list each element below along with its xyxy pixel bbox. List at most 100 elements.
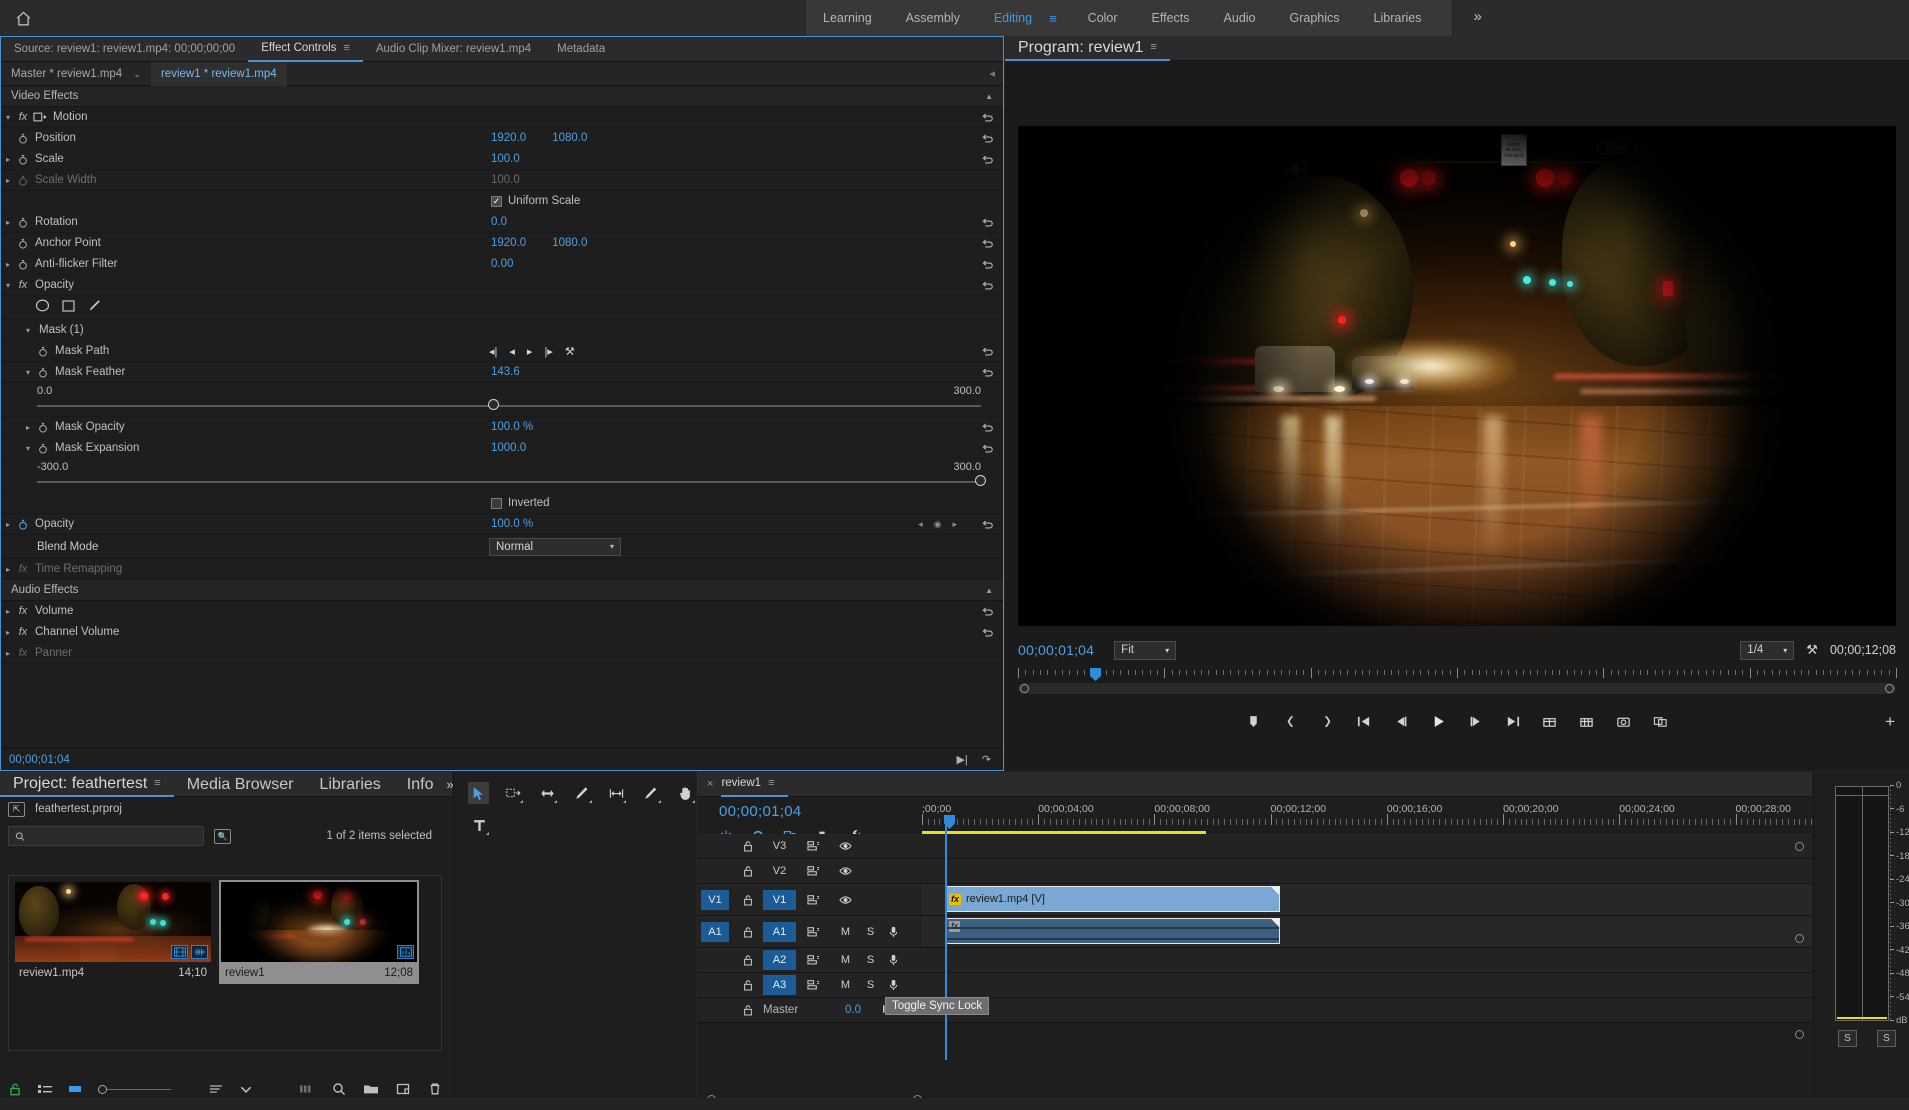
workspace-tab-learning[interactable]: Learning xyxy=(806,0,889,36)
track-name-a1[interactable]: A1 xyxy=(763,921,796,942)
tab-program-monitor[interactable]: Program: review1 ≡ xyxy=(1005,35,1170,61)
track-name-a3[interactable]: A3 xyxy=(763,975,796,995)
tab-libraries[interactable]: Libraries xyxy=(306,772,393,797)
mask-opacity-value[interactable]: 100.0 % xyxy=(491,421,533,433)
twirl-right-icon[interactable]: ▸ xyxy=(1,218,15,227)
workspace-tab-editing[interactable]: Editing xyxy=(977,0,1049,36)
inverted-control[interactable]: Inverted xyxy=(491,497,550,509)
go-to-previous-keyframe-icon[interactable]: ◂| xyxy=(489,345,497,358)
reset-anchor-point-icon[interactable] xyxy=(981,237,994,250)
reset-mask-opacity-icon[interactable] xyxy=(981,421,994,434)
button-editor-plus-icon[interactable]: + xyxy=(1885,712,1895,732)
toggle-sync-lock-icon[interactable] xyxy=(805,838,822,855)
lock-icon[interactable] xyxy=(8,1082,22,1096)
track-lock-icon[interactable] xyxy=(741,926,755,938)
reset-volume-icon[interactable] xyxy=(981,605,994,618)
stopwatch-icon[interactable] xyxy=(15,238,31,249)
ellipse-mask-icon[interactable] xyxy=(35,299,50,317)
toggle-sync-lock-icon[interactable] xyxy=(805,923,822,940)
sort-chevron-icon[interactable] xyxy=(239,1082,253,1096)
mask-expansion-value[interactable]: 1000.0 xyxy=(491,442,526,454)
workspace-tab-audio[interactable]: Audio xyxy=(1207,0,1273,36)
param-opacity-row[interactable]: ▸ Opacity 100.0 % ◂ ◉ ▸ xyxy=(1,514,1003,535)
project-panel-menu-icon[interactable]: ≡ xyxy=(154,771,160,796)
zoom-level-select[interactable]: Fit ▾ xyxy=(1114,640,1177,660)
effect-volume-row[interactable]: ▸ fx Volume xyxy=(1,601,1003,622)
solo-channel-right-button[interactable]: S xyxy=(1877,1030,1896,1047)
clip-corner-handle[interactable] xyxy=(1271,887,1279,895)
stopwatch-icon[interactable] xyxy=(15,259,31,270)
stopwatch-icon[interactable] xyxy=(35,346,51,357)
clear-icon[interactable] xyxy=(428,1082,442,1096)
loop-playback-icon[interactable]: ↷ xyxy=(982,753,991,766)
stopwatch-icon-active[interactable] xyxy=(15,519,31,530)
solo-track-button[interactable]: S xyxy=(862,923,879,940)
track-area-v2[interactable] xyxy=(922,859,1812,883)
track-area-a2[interactable] xyxy=(922,948,1812,972)
reset-mask-path-icon[interactable] xyxy=(981,345,994,358)
position-x-value[interactable]: 1920.0 xyxy=(491,132,526,144)
tab-sequence-review1[interactable]: review1 ≡ xyxy=(721,771,788,797)
param-mask-feather-row[interactable]: ▾ Mask Feather 143.6 xyxy=(1,362,1003,383)
tab-source-monitor[interactable]: Source: review1: review1.mp4: 00;00;00;0… xyxy=(1,37,248,62)
param-rotation-row[interactable]: ▸ Rotation 0.0 xyxy=(1,212,1003,233)
play-around-icon[interactable]: ▶| xyxy=(956,753,967,766)
mask-feather-track[interactable] xyxy=(37,405,981,407)
workspace-overflow-icon[interactable]: » xyxy=(1452,0,1502,36)
effect-controls-timecode[interactable]: 00;00;01;04 xyxy=(9,754,70,766)
twirl-right-icon[interactable]: ▸ xyxy=(1,628,15,637)
mute-track-button[interactable]: M xyxy=(837,952,854,969)
program-monitor-menu-icon[interactable]: ≡ xyxy=(1150,35,1156,60)
inverted-checkbox[interactable] xyxy=(491,497,502,509)
chevron-down-icon[interactable]: ⌄ xyxy=(133,69,141,79)
new-item-icon[interactable] xyxy=(396,1082,410,1096)
effect-motion-row[interactable]: ▾ fx Motion xyxy=(1,107,1003,128)
new-bin-icon[interactable] xyxy=(364,1082,378,1096)
program-monitor-video[interactable]: DONT BLOCK THE BOX Cesar Chavez xyxy=(1018,126,1896,626)
sort-icon[interactable] xyxy=(209,1082,223,1096)
twirl-right-icon[interactable]: ▸ xyxy=(21,423,35,432)
project-item-review1mp4[interactable]: review1.mp4 14;10 xyxy=(13,880,213,984)
twirl-down-icon[interactable]: ▾ xyxy=(21,368,35,377)
extract-icon[interactable] xyxy=(1577,711,1597,731)
rotation-value[interactable]: 0.0 xyxy=(491,216,507,228)
stopwatch-icon[interactable] xyxy=(15,154,31,165)
workspace-menu-icon[interactable]: ≡ xyxy=(1049,11,1071,26)
param-mask-opacity-row[interactable]: ▸ Mask Opacity 100.0 % xyxy=(1,417,1003,438)
find-icon[interactable] xyxy=(332,1082,346,1096)
zoom-slider-knob[interactable] xyxy=(98,1084,107,1094)
track-area-v1[interactable]: fx review1.mp4 [V] xyxy=(922,884,1812,915)
param-scale-row[interactable]: ▸ Scale 100.0 xyxy=(1,149,1003,170)
solo-track-button[interactable]: S xyxy=(862,977,879,994)
position-y-value[interactable]: 1080.0 xyxy=(552,132,587,144)
opacity-value[interactable]: 100.0 % xyxy=(491,518,533,530)
param-mask-expansion-row[interactable]: ▾ Mask Expansion 1000.0 xyxy=(1,438,1003,459)
twirl-right-icon[interactable]: ▸ xyxy=(1,565,15,574)
home-icon[interactable] xyxy=(0,0,46,36)
timeline-menu-icon[interactable]: ≡ xyxy=(768,771,774,796)
find-in-project-icon[interactable]: 🔍 xyxy=(214,828,231,844)
track-lock-icon[interactable] xyxy=(741,1004,755,1016)
mute-track-button[interactable]: M xyxy=(837,923,854,940)
toggle-track-output-icon[interactable] xyxy=(837,863,854,880)
track-lock-icon[interactable] xyxy=(741,954,755,966)
reset-mask-feather-icon[interactable] xyxy=(981,366,994,379)
add-marker-icon[interactable] xyxy=(1244,711,1264,731)
program-duration-timecode[interactable]: 00;00;12;08 xyxy=(1830,643,1896,657)
icon-view-icon[interactable] xyxy=(68,1082,82,1096)
mask-expansion-track[interactable] xyxy=(37,481,981,483)
track-lock-icon[interactable] xyxy=(741,979,755,991)
tab-audio-clip-mixer[interactable]: Audio Clip Mixer: review1.mp4 xyxy=(363,37,544,62)
track-name-v1[interactable]: V1 xyxy=(763,889,796,910)
audio-meter-bars[interactable] xyxy=(1835,786,1889,1021)
tab-project[interactable]: Project: feathertest ≡ xyxy=(0,771,174,797)
reset-mask-expansion-icon[interactable] xyxy=(981,442,994,455)
vscroll-handle-top[interactable] xyxy=(1795,842,1804,851)
toggle-sync-lock-icon[interactable] xyxy=(805,863,822,880)
source-track-indicator-a1[interactable]: A1 xyxy=(701,921,729,942)
effect-time-remapping-row[interactable]: ▸ fx Time Remapping xyxy=(1,559,1003,580)
go-to-in-icon[interactable] xyxy=(1355,711,1375,731)
workspace-tab-assembly[interactable]: Assembly xyxy=(889,0,977,36)
solo-track-button[interactable]: S xyxy=(862,952,879,969)
anchor-x-value[interactable]: 1920.0 xyxy=(491,237,526,249)
